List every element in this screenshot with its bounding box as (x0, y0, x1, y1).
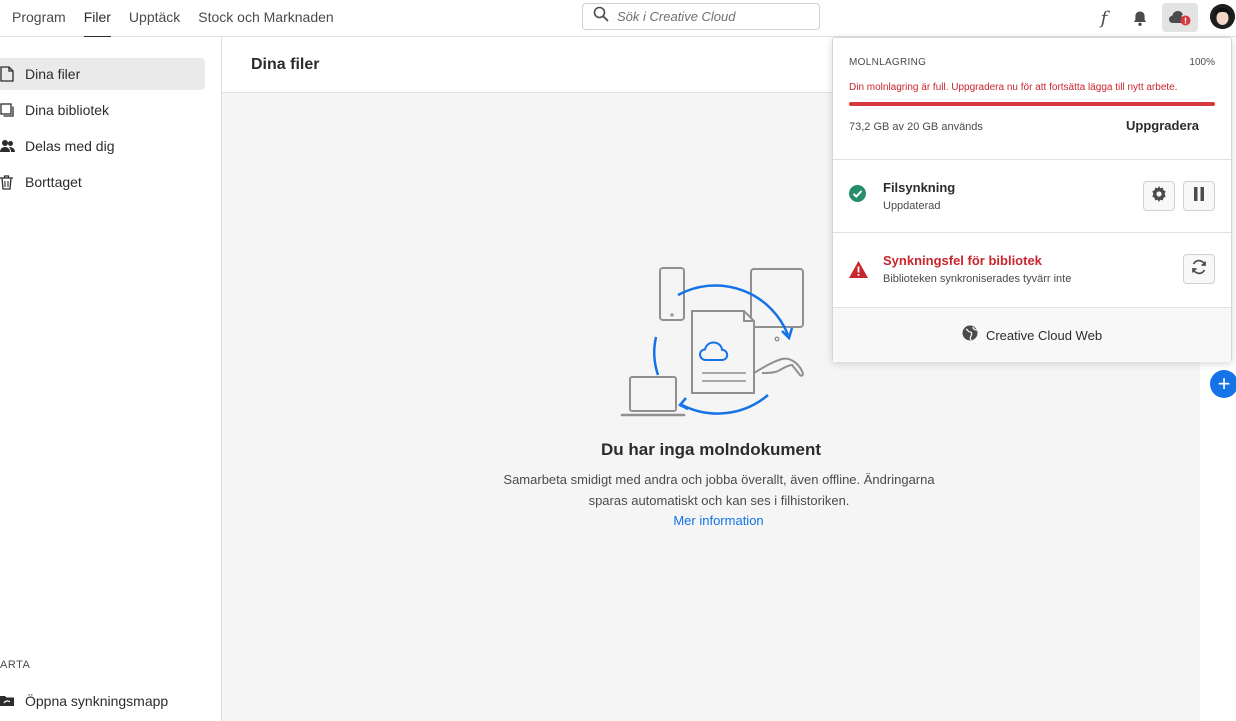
sidebar-item-oppna-synkningsmapp[interactable]: Öppna synkningsmapp (0, 685, 205, 717)
empty-state-description: Samarbeta smidigt med andra och jobba öv… (503, 472, 935, 508)
tab-upptack[interactable]: Upptäck (129, 0, 180, 37)
sidebar-item-borttaget[interactable]: Borttaget (0, 166, 205, 198)
sidebar-item-label: Dina bibliotek (25, 102, 110, 118)
sidebar-item-label: Borttaget (25, 174, 82, 190)
page-title: Dina filer (251, 55, 320, 73)
trash-icon (0, 174, 25, 190)
storage-percent: 100% (1189, 57, 1215, 68)
storage-title: MOLNLAGRING (849, 57, 927, 68)
avatar[interactable] (1210, 4, 1235, 29)
storage-progress-fill (849, 102, 1215, 106)
creative-cloud-web-link[interactable]: Creative Cloud Web (833, 307, 1231, 362)
folder-sync-icon (0, 694, 25, 708)
tab-program[interactable]: Program (12, 0, 66, 37)
file-sync-title: Filsynkning (883, 180, 956, 195)
add-button[interactable]: + (1210, 370, 1236, 398)
cloud-alert-icon[interactable] (1162, 3, 1198, 32)
cloud-status-popover: MOLNLAGRING 100% Din molnlagring är full… (832, 37, 1232, 362)
gear-icon (1151, 185, 1167, 207)
sidebar-item-dina-bibliotek[interactable]: Dina bibliotek (0, 94, 205, 126)
sidebar-section-label: ARTA (0, 659, 31, 671)
sidebar: Dina filer Dina bibliotek Delas med dig … (0, 37, 222, 721)
fonts-icon[interactable]: f (1090, 4, 1118, 32)
divider (833, 159, 1231, 160)
main-nav: Program Filer Upptäck Stock och Marknade… (12, 0, 334, 38)
search-icon (593, 6, 609, 27)
empty-state-title: Du har inga molndokument (600, 440, 822, 459)
search-box[interactable] (582, 3, 820, 30)
search-input[interactable] (617, 9, 807, 24)
library-sync-error-message: Biblioteken synkroniserades tyvärr inte (883, 273, 1072, 285)
more-info-link[interactable]: Mer information (222, 513, 1215, 528)
file-icon (0, 66, 25, 82)
creative-cloud-web-label: Creative Cloud Web (985, 327, 1103, 343)
refresh-icon (1191, 259, 1207, 280)
library-icon (0, 103, 25, 117)
storage-full-message: Din molnlagring är full. Uppgradera nu f… (849, 82, 1178, 93)
alert-triangle-icon (849, 261, 868, 283)
check-circle-icon (849, 185, 866, 207)
sidebar-item-label: Öppna synkningsmapp (25, 693, 169, 709)
sidebar-item-label: Dina filer (25, 66, 81, 82)
sidebar-item-delas-med-dig[interactable]: Delas med dig (0, 130, 205, 162)
plus-icon: + (1217, 371, 1231, 396)
top-bar: Program Filer Upptäck Stock och Marknade… (0, 0, 1236, 38)
pause-icon (1193, 186, 1205, 206)
bell-icon[interactable] (1126, 4, 1154, 32)
sidebar-item-dina-filer[interactable]: Dina filer (0, 58, 205, 90)
upgrade-button[interactable]: Uppgradera (1126, 118, 1199, 133)
retry-sync-button[interactable] (1183, 254, 1215, 284)
sync-settings-button[interactable] (1143, 181, 1175, 211)
file-sync-status: Uppdaterad (883, 200, 941, 212)
sidebar-item-label: Delas med dig (25, 138, 115, 154)
storage-usage: 73,2 GB av 20 GB används (849, 121, 983, 133)
globe-icon (962, 325, 978, 346)
storage-progress-bar (849, 102, 1215, 106)
library-sync-error-title: Synkningsfel för bibliotek (883, 253, 1042, 268)
tab-filer[interactable]: Filer (83, 0, 112, 38)
people-icon (0, 139, 25, 153)
empty-state-illustration (620, 265, 820, 430)
divider (833, 232, 1231, 233)
tab-stock[interactable]: Stock och Marknaden (198, 0, 333, 37)
pause-sync-button[interactable] (1183, 181, 1215, 211)
